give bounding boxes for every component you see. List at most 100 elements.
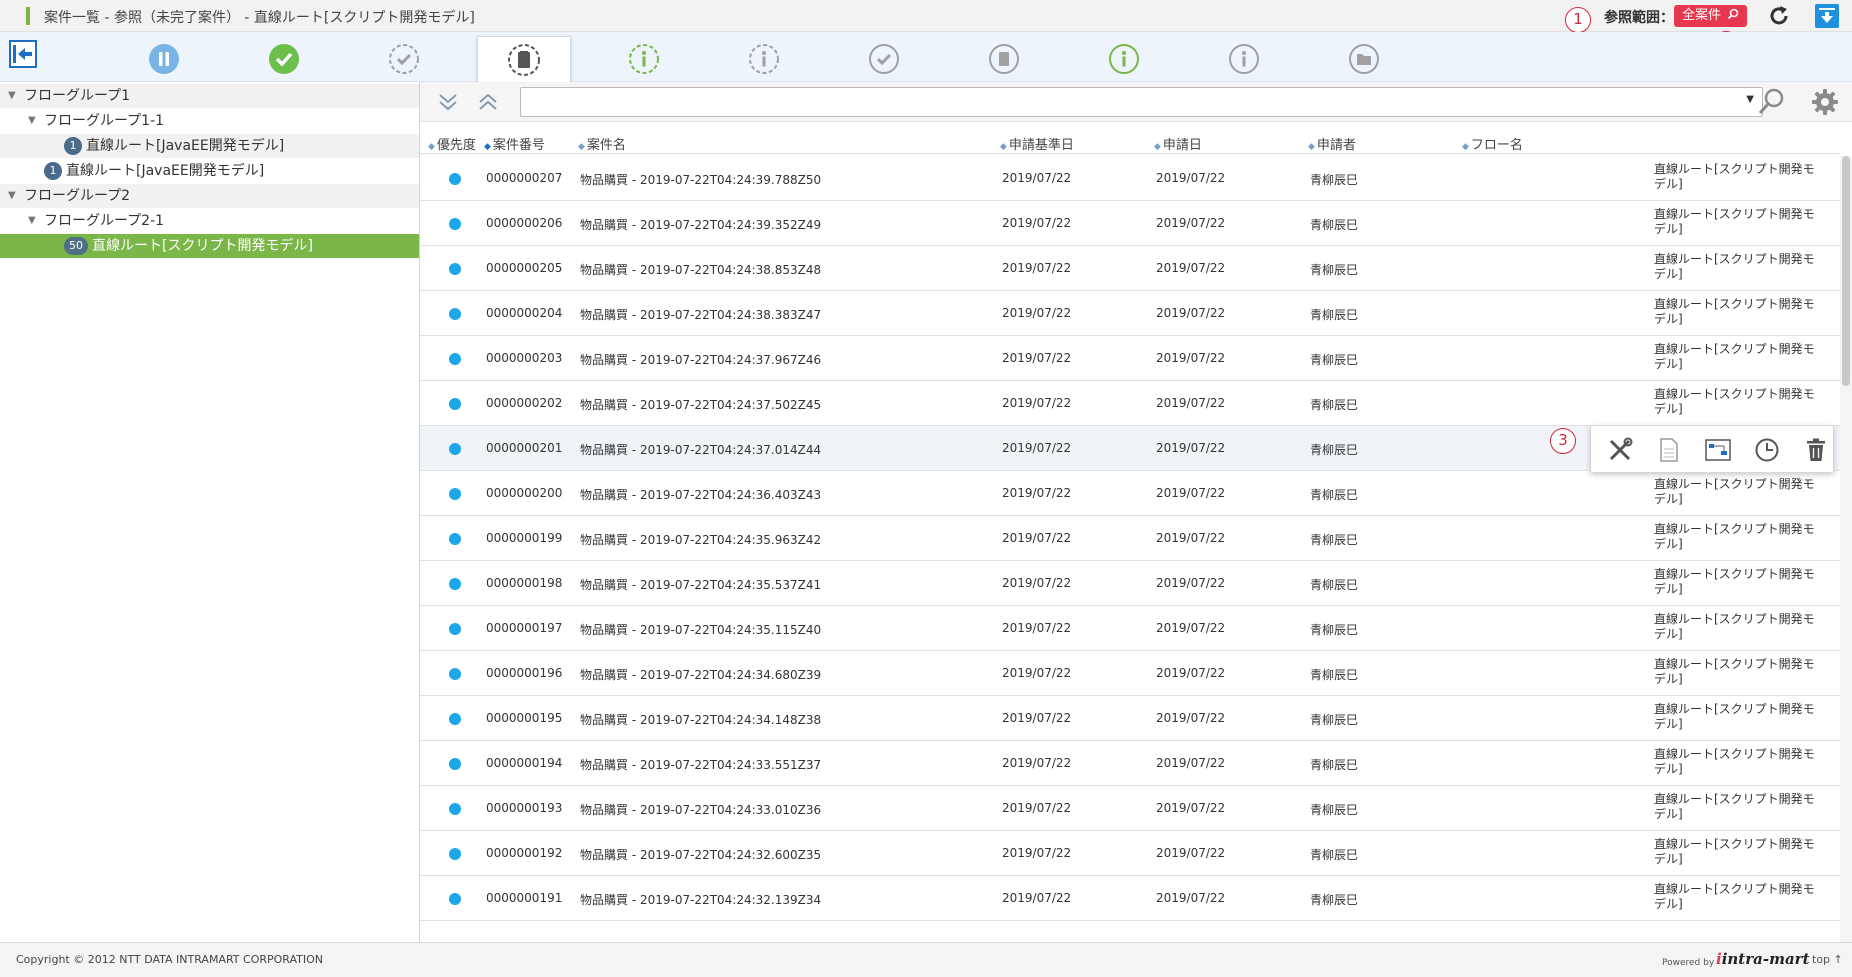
case-name[interactable]: 物品購買 - 2019-07-22T04:24:34.680Z39 [580,666,821,683]
table-row[interactable]: 0000000193 物品購買 - 2019-07-22T04:24:33.010… [420,786,1840,831]
status-tab-reference-complete[interactable] [957,36,1051,82]
collapse-sidebar-button[interactable] [9,40,37,68]
case-name[interactable]: 物品購買 - 2019-07-22T04:24:33.551Z37 [580,756,821,773]
case-name[interactable]: 物品購買 - 2019-07-22T04:24:35.115Z40 [580,621,821,638]
table-row[interactable]: 0000000205 物品購買 - 2019-07-22T04:24:38.853… [420,246,1840,291]
table-row[interactable]: 0000000191 物品購買 - 2019-07-22T04:24:32.139… [420,876,1840,921]
table-row[interactable]: 0000000199 物品購買 - 2019-07-22T04:24:35.963… [420,516,1840,561]
caret-down-icon[interactable]: ▼ [28,109,36,133]
collapse-all-icon[interactable] [474,90,502,114]
case-name[interactable]: 物品購買 - 2019-07-22T04:24:38.853Z48 [580,261,821,278]
flow-name: 直線ルート[スクリプト開発モデル] [1654,162,1815,191]
case-name[interactable]: 物品購買 - 2019-07-22T04:24:33.010Z36 [580,801,821,818]
table-row[interactable]: 0000000196 物品購買 - 2019-07-22T04:24:34.680… [420,651,1840,696]
tree-group-1[interactable]: ▼ フローグループ1 [0,84,419,108]
scope-selector-button[interactable]: 全案件 [1674,5,1748,27]
table-row[interactable]: 0000000198 物品購買 - 2019-07-22T04:24:35.537… [420,561,1840,606]
detail-button[interactable] [1654,435,1684,465]
case-name[interactable]: 物品購買 - 2019-07-22T04:24:38.383Z47 [580,306,821,323]
status-tab-finished[interactable] [837,36,931,82]
tree-label: 直線ルート[スクリプト開発モデル] [92,238,313,254]
status-tab-confirm-processed[interactable] [717,36,811,82]
table-row[interactable]: 0000000195 物品購買 - 2019-07-22T04:24:34.148… [420,696,1840,741]
scope-value: 全案件 [1682,8,1722,23]
column-header-flow[interactable]: ◆ フロー名 [1462,134,1523,153]
base-date: 2019/07/22 [1002,351,1072,365]
reload-icon[interactable] [1766,3,1792,29]
case-name[interactable]: 物品購買 - 2019-07-22T04:24:39.352Z49 [580,216,821,233]
table-row[interactable]: 0000000203 物品購買 - 2019-07-22T04:24:37.967… [420,336,1840,381]
status-tab-reference-incomplete[interactable] [477,36,571,82]
case-number: 0000000195 [486,711,563,725]
status-tab-confirm-unread[interactable] [1077,36,1171,82]
info-dashed-circle-icon [629,44,659,74]
flow-view-button[interactable] [1703,435,1733,465]
expand-all-icon[interactable] [434,90,462,114]
tree-subgroup-2-1[interactable]: ▼ フローグループ2-1 [0,209,419,233]
status-tab-archive[interactable] [1317,36,1411,82]
applicant: 青柳辰巳 [1310,668,1359,682]
vertical-scrollbar[interactable] [1840,156,1852,942]
table-row[interactable]: 0000000207 物品購買 - 2019-07-22T04:24:39.788… [420,156,1840,201]
column-header-name[interactable]: ◆ 案件名 [578,134,626,153]
count-badge: 1 [64,137,82,155]
delete-button[interactable] [1801,435,1831,465]
table-row[interactable]: 0000000200 物品購買 - 2019-07-22T04:24:36.403… [420,471,1840,516]
case-name[interactable]: 物品購買 - 2019-07-22T04:24:34.148Z38 [580,711,821,728]
case-name[interactable]: 物品購買 - 2019-07-22T04:24:32.600Z35 [580,846,821,863]
case-name[interactable]: 物品購買 - 2019-07-22T04:24:37.967Z46 [580,351,821,368]
table-row[interactable]: 0000000204 物品購買 - 2019-07-22T04:24:38.383… [420,291,1840,336]
gear-icon[interactable] [1810,87,1840,117]
title-bar: 案件一覧 - 参照（未完了案件） - 直線ルート[スクリプト開発モデル] 1 参… [0,0,1852,57]
column-header-priority[interactable]: ◆ 優先度 [428,134,476,153]
base-date: 2019/07/22 [1002,261,1072,275]
table-row[interactable]: 0000000202 物品購買 - 2019-07-22T04:24:37.502… [420,381,1840,426]
tree-group-2[interactable]: ▼ フローグループ2 [0,184,419,208]
download-button[interactable] [1815,4,1839,28]
flow-name: 直線ルート[スクリプト開発モデル] [1654,207,1815,236]
case-name[interactable]: 物品購買 - 2019-07-22T04:24:36.403Z43 [580,486,821,503]
scrollbar-thumb[interactable] [1842,156,1850,386]
process-button[interactable] [1605,435,1635,465]
status-tab-confirm[interactable] [597,36,691,82]
case-name[interactable]: 物品購買 - 2019-07-22T04:24:35.537Z41 [580,576,821,593]
flow-name: 直線ルート[スクリプト開発モデル] [1654,342,1815,371]
page-title: 案件一覧 - 参照（未完了案件） - 直線ルート[スクリプト開発モデル] [44,10,475,26]
flow-name: 直線ルート[スクリプト開発モデル] [1654,657,1815,686]
case-name[interactable]: 物品購買 - 2019-07-22T04:24:39.788Z50 [580,171,821,188]
status-tab-confirm-read[interactable] [1197,36,1291,82]
flow-name: 直線ルート[スクリプト開発モデル] [1654,792,1815,821]
status-tab-processed[interactable] [357,36,451,82]
filter-select[interactable]: ▼ [520,87,1763,117]
tree-subgroup-1-1[interactable]: ▼ フローグループ1-1 [0,109,419,133]
priority-indicator [449,803,461,815]
search-icon[interactable] [1756,87,1786,117]
table-row[interactable]: 0000000192 物品購買 - 2019-07-22T04:24:32.600… [420,831,1840,876]
case-name[interactable]: 物品購買 - 2019-07-22T04:24:35.963Z42 [580,531,821,548]
application-date: 2019/07/22 [1156,711,1226,725]
column-header-number[interactable]: ◆ 案件番号 [484,134,545,153]
case-name[interactable]: 物品購買 - 2019-07-22T04:24:37.502Z45 [580,396,821,413]
column-header-applicant[interactable]: ◆ 申請者 [1308,134,1356,153]
back-to-top-link[interactable]: top ↑ [1812,953,1843,966]
priority-indicator [449,488,461,500]
tree-flow-script-selected[interactable]: 50 直線ルート[スクリプト開発モデル] [0,234,419,258]
case-name[interactable]: 物品購買 - 2019-07-22T04:24:32.139Z34 [580,891,821,908]
table-row[interactable]: 0000000194 物品購買 - 2019-07-22T04:24:33.551… [420,741,1840,786]
table-row[interactable]: 0000000197 物品購買 - 2019-07-22T04:24:35.115… [420,606,1840,651]
applicant: 青柳辰巳 [1310,173,1359,187]
column-header-date[interactable]: ◆ 申請日 [1154,134,1202,153]
caret-down-icon[interactable]: ▼ [8,184,16,208]
status-tab-pending[interactable] [117,36,211,82]
column-header-base-date[interactable]: ◆ 申請基準日 [1000,134,1074,153]
tree-flow-javaee-1[interactable]: 1 直線ルート[JavaEE開発モデル] [0,134,419,158]
tree-flow-javaee-2[interactable]: 1 直線ルート[JavaEE開発モデル] [0,159,419,183]
table-row[interactable]: 0000000206 物品購買 - 2019-07-22T04:24:39.352… [420,201,1840,246]
status-tab-completed[interactable] [237,36,331,82]
caret-down-icon[interactable]: ▼ [8,84,16,108]
application-date: 2019/07/22 [1156,756,1226,770]
document-icon [1660,438,1678,462]
caret-down-icon[interactable]: ▼ [28,209,36,233]
history-button[interactable] [1752,435,1782,465]
case-name[interactable]: 物品購買 - 2019-07-22T04:24:37.014Z44 [580,441,821,458]
